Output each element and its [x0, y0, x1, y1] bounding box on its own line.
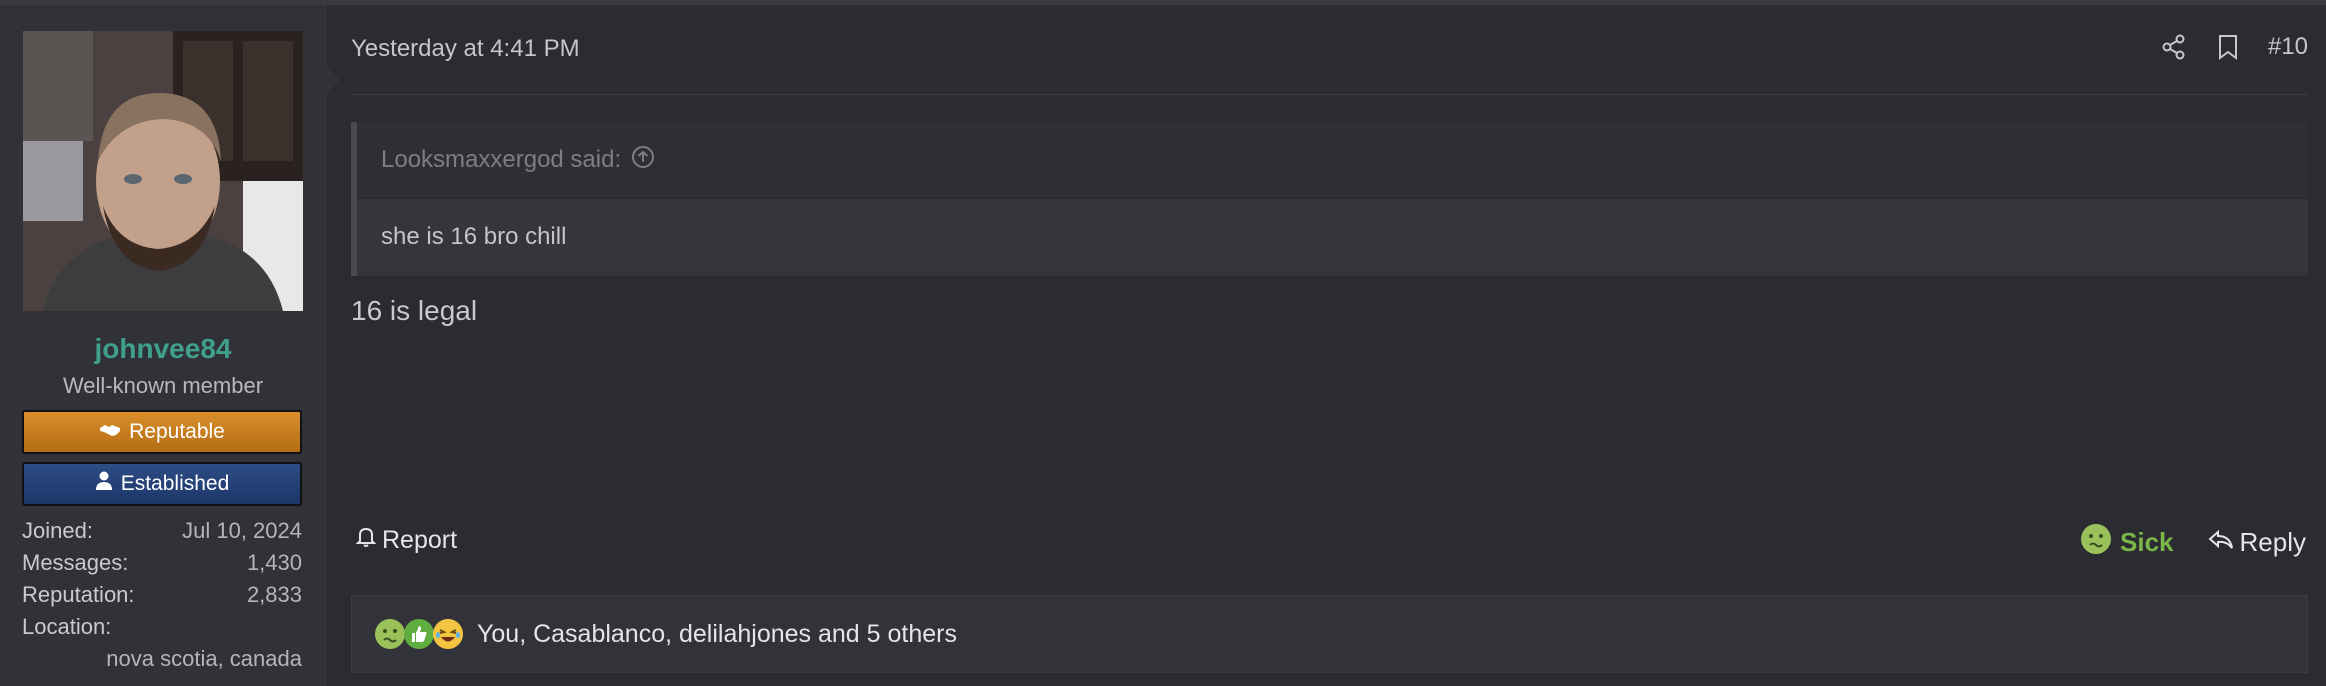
- post-message: 16 is legal: [351, 295, 478, 326]
- reaction-icons[interactable]: [374, 618, 464, 650]
- share-icon[interactable]: [2160, 33, 2188, 61]
- username[interactable]: johnvee84: [0, 333, 326, 365]
- sick-emoji-icon: [2080, 523, 2112, 562]
- reactions-summary[interactable]: You, Casablanco, delilahjones and 5 othe…: [477, 620, 957, 649]
- quote-author[interactable]: Looksmaxxergod said:: [381, 146, 621, 174]
- stat-value[interactable]: 1,430: [247, 547, 302, 579]
- stat-label: Location:: [22, 614, 112, 639]
- reactions-bar: You, Casablanco, delilahjones and 5 othe…: [351, 595, 2308, 673]
- post-main: Yesterday at 4:41 PM #10 Looksmaxxergod …: [326, 5, 2326, 686]
- user-icon: [95, 471, 113, 497]
- handshake-icon: [99, 420, 121, 444]
- post: johnvee84 Well-known member Reputable Es…: [0, 0, 2326, 686]
- stat-messages: Messages: 1,430: [22, 547, 302, 579]
- user-title: Well-known member: [62, 373, 264, 398]
- established-banner: Established: [22, 462, 302, 506]
- quote-header: Looksmaxxergod said:: [357, 122, 2308, 199]
- stat-reputation: Reputation: 2,833: [22, 579, 302, 611]
- report-button[interactable]: Report: [355, 526, 458, 555]
- quote-body: she is 16 bro chill: [357, 199, 2308, 275]
- arrow-up-circle-icon[interactable]: [631, 145, 655, 176]
- stat-label: Joined:: [22, 518, 93, 543]
- user-stats: Joined: Jul 10, 2024 Messages: 1,430 Rep…: [22, 515, 302, 675]
- bell-icon: [355, 526, 377, 555]
- reply-label: Reply: [2239, 527, 2306, 557]
- stat-label: Messages:: [22, 550, 129, 575]
- user-info-panel: johnvee84 Well-known member Reputable Es…: [0, 5, 340, 686]
- stat-value: 2,833: [246, 582, 302, 607]
- post-top-actions: #10: [2160, 33, 2308, 61]
- stat-joined: Joined: Jul 10, 2024: [22, 515, 302, 547]
- reaction-label: Sick: [2120, 527, 2174, 557]
- reaction-button[interactable]: Sick: [2080, 523, 2174, 562]
- established-banner-label: Established: [120, 472, 230, 495]
- report-label: Report: [382, 526, 458, 554]
- location-value[interactable]: nova scotia, canada: [22, 643, 302, 675]
- post-number[interactable]: #10: [2268, 33, 2308, 61]
- post-bottom-actions: Sick Reply: [2080, 523, 2306, 562]
- header-divider: [351, 94, 2308, 95]
- reputable-banner-label: Reputable: [129, 420, 225, 443]
- laugh-emoji-icon: [432, 618, 464, 650]
- stat-label: Reputation:: [22, 582, 135, 607]
- reply-icon: [2207, 527, 2234, 558]
- stat-location: Location:: [22, 611, 302, 643]
- stat-value: Jul 10, 2024: [182, 518, 302, 543]
- reply-button[interactable]: Reply: [2207, 527, 2306, 558]
- avatar[interactable]: [23, 31, 303, 311]
- bookmark-icon[interactable]: [2214, 33, 2242, 61]
- quote-block: Looksmaxxergod said: she is 16 bro chill: [351, 122, 2308, 276]
- thumbs-up-icon: [403, 618, 435, 650]
- post-date[interactable]: Yesterday at 4:41 PM: [351, 35, 580, 63]
- sick-emoji-icon: [374, 618, 406, 650]
- reputable-banner: Reputable: [22, 410, 302, 454]
